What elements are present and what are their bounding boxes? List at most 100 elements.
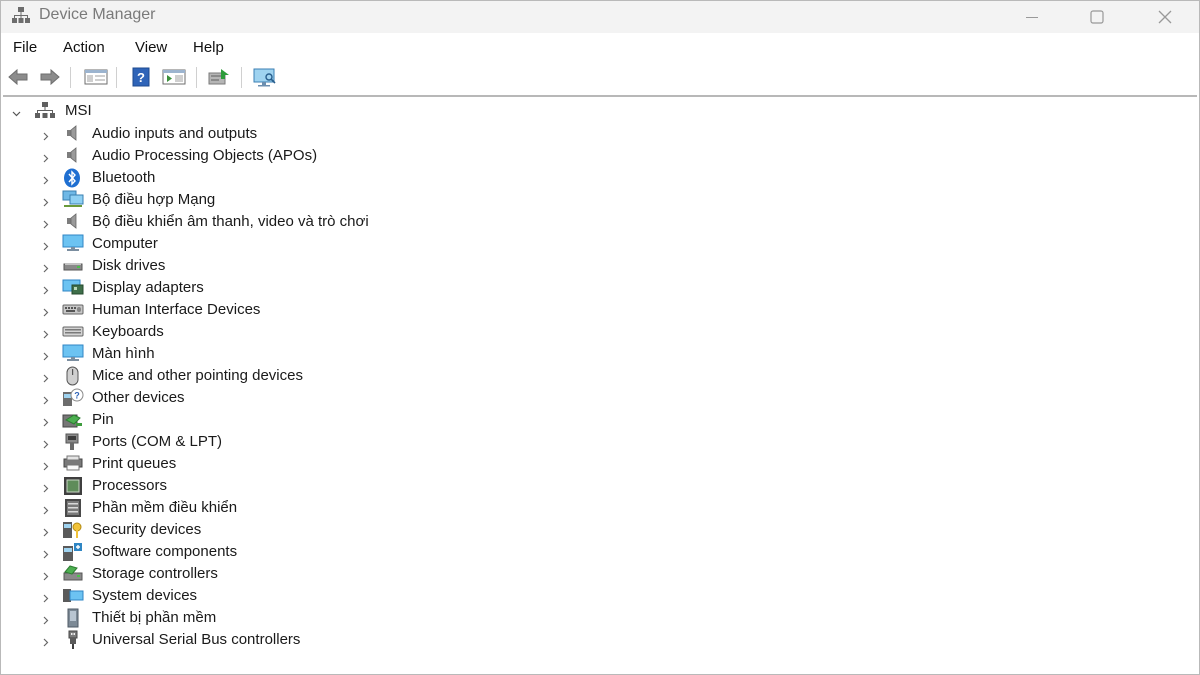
tree-node-label: Ports (COM & LPT) [92,433,223,450]
svg-text:?: ? [74,391,80,401]
tree-node[interactable]: Audio inputs and outputs [1,122,601,144]
properties-pane-icon [162,69,186,85]
hid-icon [62,300,84,318]
toolbar-separator [116,67,117,88]
bluetooth-icon [62,168,84,188]
tree-node-label: Disk drives [92,257,166,274]
tree-node-label: Pin [92,411,114,428]
printer-icon [62,454,84,472]
tree-node[interactable]: Processors [1,474,601,496]
toolbar-separator [196,67,197,88]
speaker-icon [62,124,84,142]
port-icon [62,432,84,450]
forward-button[interactable] [37,65,63,89]
tree-root-node[interactable]: MSI [1,99,401,121]
tree-node-label: Other devices [92,389,185,406]
tree-root-label: MSI [65,102,92,119]
tree-node[interactable]: Print queues [1,452,601,474]
tree-node-label: System devices [92,587,198,604]
update-driver-button[interactable] [206,65,232,89]
chevron-right-icon[interactable] [41,634,50,652]
tree-node[interactable]: Storage controllers [1,562,601,584]
tree-node-label: Mice and other pointing devices [92,367,303,384]
tree-node[interactable]: Thiết bị phần mềm [1,606,601,628]
back-arrow-icon [8,68,28,86]
tree-node[interactable]: Màn hình [1,342,601,364]
svg-text:?: ? [137,70,145,85]
tree-node[interactable]: Universal Serial Bus controllers [1,628,601,650]
tree-node-label: Universal Serial Bus controllers [92,631,301,648]
properties-view-button[interactable] [161,65,187,89]
menu-help[interactable]: Help [193,39,224,56]
tree-node-label: Processors [92,477,168,494]
tree-node-label: Software components [92,543,238,560]
toolbar-separator [70,67,71,88]
toolbar: ? [1,62,1199,92]
software-device-icon [62,608,84,628]
pane-divider [3,95,1197,97]
software-component-icon [62,542,84,561]
tree-node-label: Display adapters [92,279,204,296]
tree-node-label: Human Interface Devices [92,301,261,318]
tree-node[interactable]: Phần mềm điều khiển [1,496,601,518]
minimize-button[interactable] [1003,1,1061,33]
forward-arrow-icon [40,68,60,86]
tree-node[interactable]: Pin [1,408,601,430]
tree-node[interactable]: Display adapters [1,276,601,298]
tree-node[interactable]: ? Other devices [1,386,601,408]
display-adapter-icon [62,278,84,296]
device-manager-window: Device Manager File Action View Help ? M… [0,0,1200,675]
tree-node-label: Security devices [92,521,202,538]
update-driver-icon [208,69,229,85]
processor-icon [62,476,84,495]
system-device-icon [62,586,84,604]
close-button[interactable] [1136,1,1194,33]
tree-node[interactable]: Ports (COM & LPT) [1,430,601,452]
tree-node[interactable]: Human Interface Devices [1,298,601,320]
tree-node-label: Audio inputs and outputs [92,125,258,142]
console-tree-icon [84,69,108,85]
menu-bar: File Action View Help [1,35,1199,61]
tree-node-label: Màn hình [92,345,155,362]
mouse-icon [62,366,84,386]
tree-node[interactable]: Bộ điều hợp Mạng [1,188,601,210]
security-key-icon [62,520,84,538]
keyboard-icon [62,322,84,340]
scan-hardware-changes-button[interactable] [252,65,278,89]
tree-node[interactable]: Mice and other pointing devices [1,364,601,386]
tree-node-label: Computer [92,235,158,252]
help-question-icon: ? [132,67,150,87]
chevron-down-icon[interactable] [12,105,21,123]
menu-file[interactable]: File [13,39,37,56]
menu-view[interactable]: View [135,39,167,56]
minimize-icon [1026,17,1038,18]
speaker-icon [62,146,84,164]
tree-node-label: Bluetooth [92,169,156,186]
tree-node[interactable]: Security devices [1,518,601,540]
network-adapter-icon [62,190,84,208]
menu-action[interactable]: Action [63,39,105,56]
title-bar: Device Manager [1,1,1199,33]
monitor-icon [62,234,84,252]
battery-icon [62,410,84,428]
tree-node[interactable]: Disk drives [1,254,601,276]
tree-node-label: Bộ điều khiển âm thanh, video và trò chơ… [92,213,369,230]
tree-node[interactable]: System devices [1,584,601,606]
back-button[interactable] [5,65,31,89]
help-button[interactable]: ? [128,65,154,89]
show-hide-console-tree-button[interactable] [83,65,109,89]
scan-hardware-icon [253,68,276,87]
device-manager-app-icon [12,6,30,24]
tree-node[interactable]: Audio Processing Objects (APOs) [1,144,601,166]
tree-node-label: Keyboards [92,323,164,340]
tree-node-label: Print queues [92,455,177,472]
tree-node[interactable]: Bluetooth [1,166,601,188]
maximize-button[interactable] [1068,1,1126,33]
tree-node[interactable]: Software components [1,540,601,562]
tree-node[interactable]: Keyboards [1,320,601,342]
tree-node-label: Thiết bị phần mềm [92,609,217,626]
tree-node[interactable]: Computer [1,232,601,254]
tree-node-label: Storage controllers [92,565,218,582]
tree-node[interactable]: Bộ điều khiển âm thanh, video và trò chơ… [1,210,601,232]
speaker-icon [62,212,84,230]
